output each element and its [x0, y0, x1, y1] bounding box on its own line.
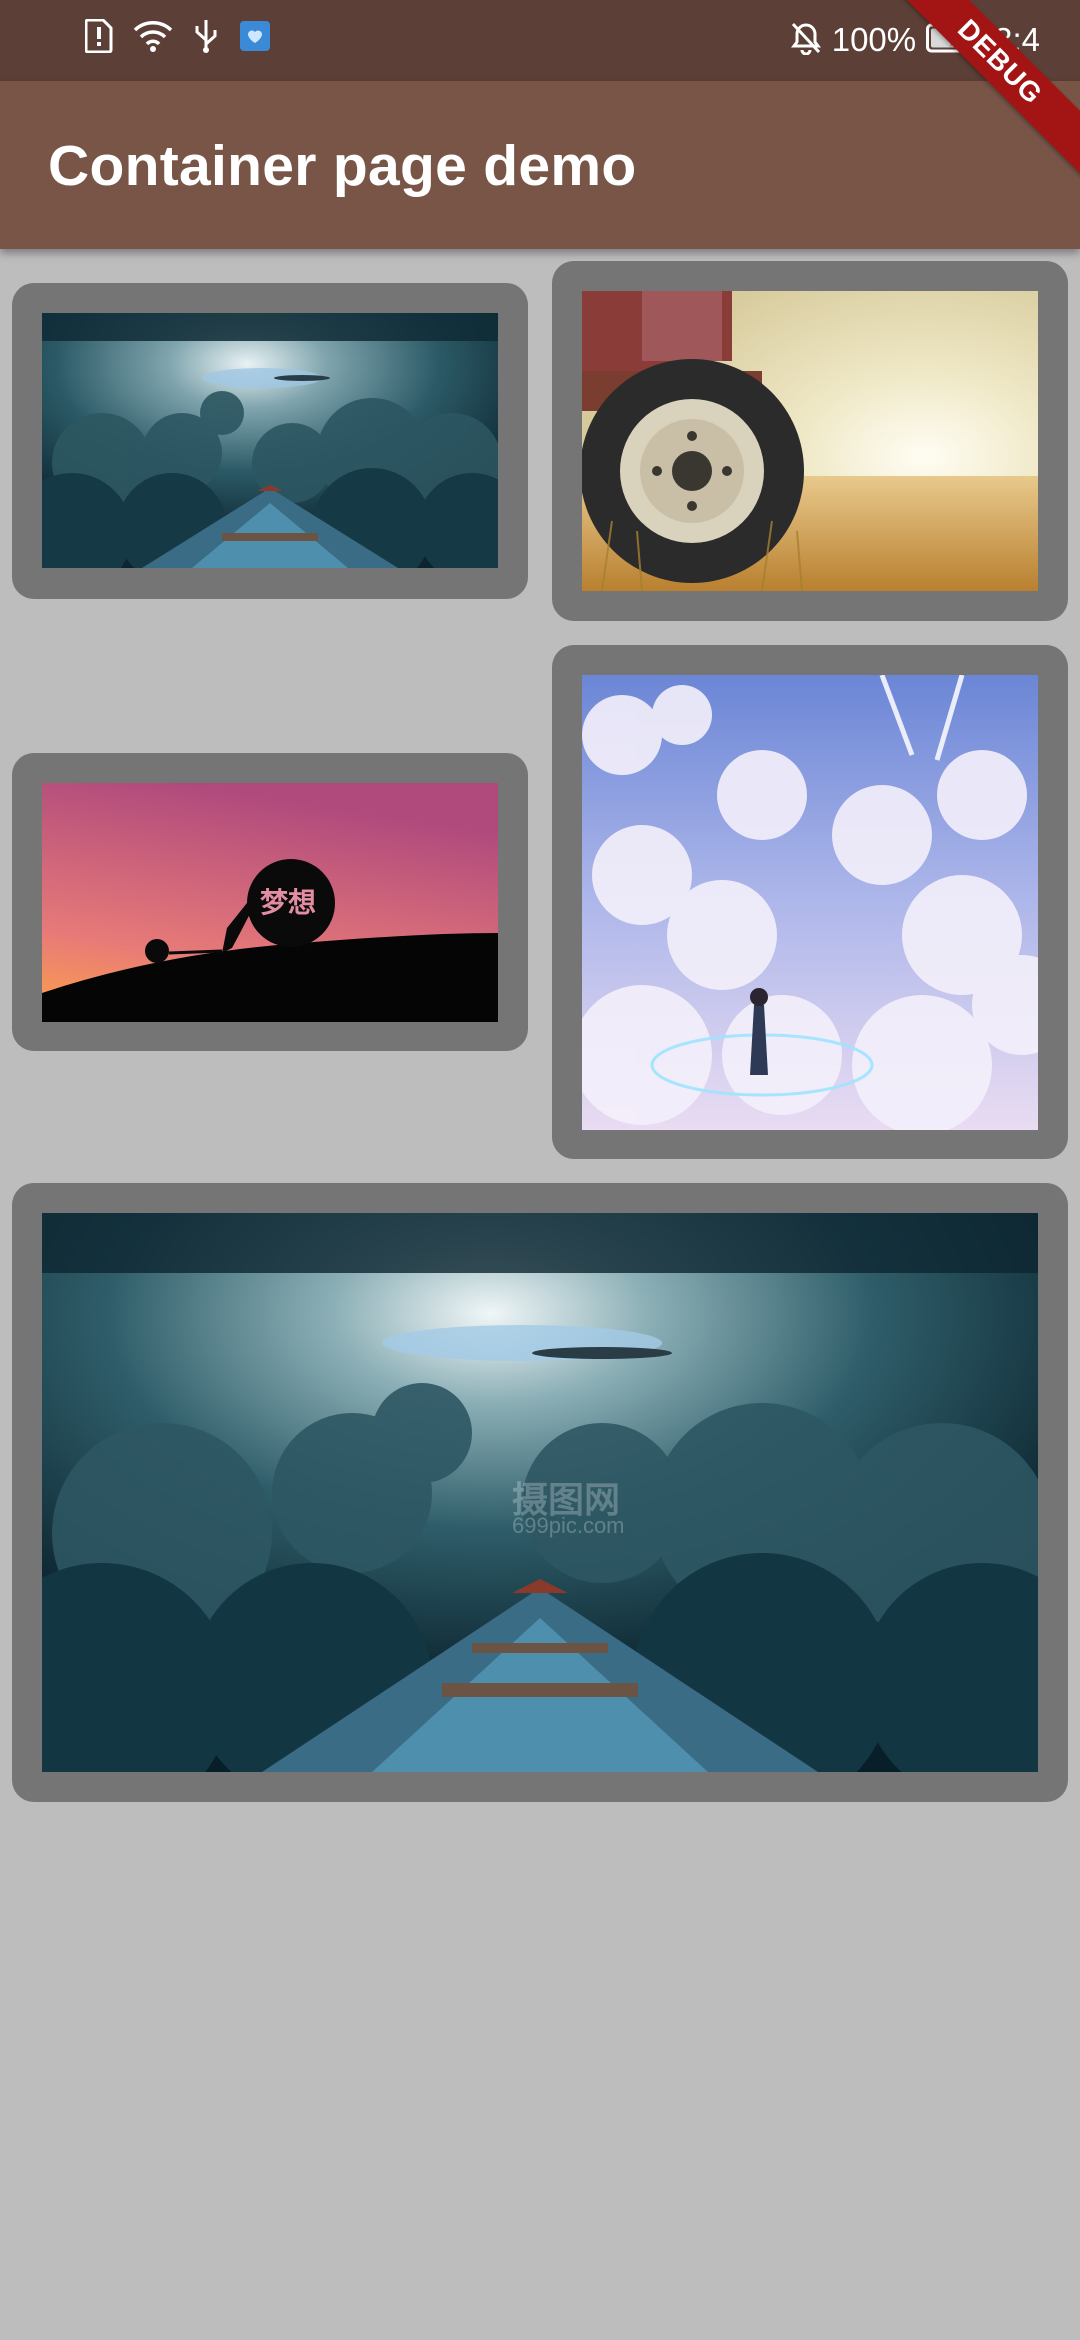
bell-off-icon	[790, 21, 822, 60]
app-bar: Container page demo	[0, 81, 1080, 249]
alert-sim-icon	[84, 18, 113, 58]
watermark-url: 699pic.com	[512, 1513, 625, 1538]
status-bar: 100% 3:4	[0, 0, 1080, 81]
status-bar-left-icons	[84, 18, 271, 59]
battery-percent: 100%	[831, 21, 917, 58]
clouds-boat-photo-large: 摄图网 699pic.com	[42, 1213, 1038, 1772]
dream-silhouette-photo: 梦想	[42, 783, 498, 1022]
image-card-dream-silhouette: 梦想	[12, 753, 528, 1051]
clouds-boat-photo	[42, 313, 498, 568]
usb-icon	[193, 18, 219, 59]
app-notification-icon	[239, 20, 271, 57]
wifi-icon	[133, 20, 173, 57]
image-card-clouds-boat-small	[12, 283, 528, 599]
image-card-tractor	[552, 261, 1068, 621]
image-card-clouds-boat-large: 摄图网 699pic.com	[12, 1183, 1068, 1802]
page-title: Container page demo	[48, 134, 637, 198]
anime-clouds-photo	[582, 675, 1038, 1130]
dream-caption: 梦想	[260, 887, 317, 918]
tractor-photo	[582, 291, 1038, 591]
image-card-anime-clouds	[552, 645, 1068, 1159]
